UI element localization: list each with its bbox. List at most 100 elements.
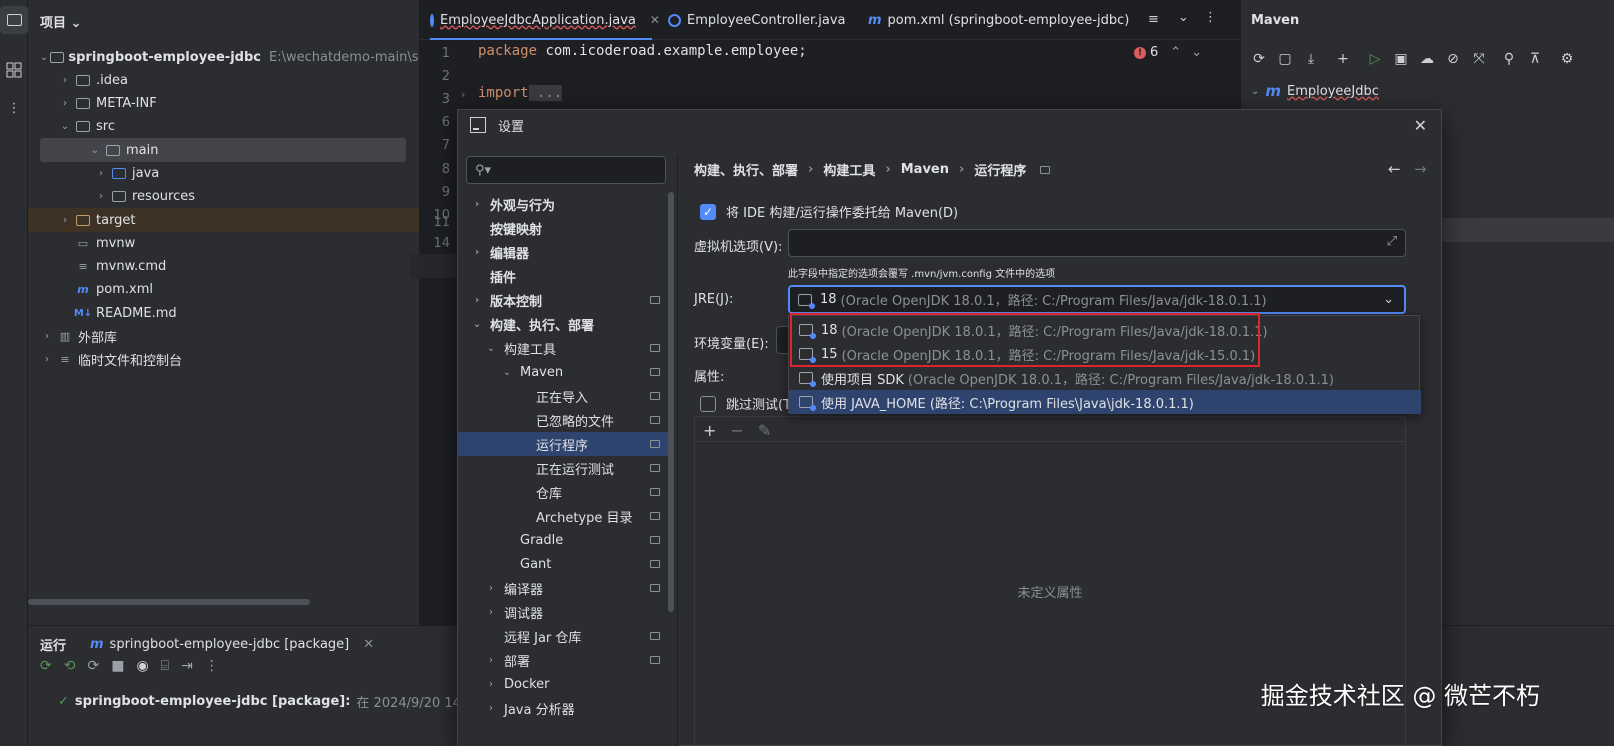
horizontal-scrollbar[interactable] <box>28 599 310 605</box>
run-status[interactable]: ✓ springboot-employee-jdbc [package]: 在 … <box>58 692 482 711</box>
nav-ignored-files[interactable]: 已忽略的文件 <box>458 408 668 432</box>
fold-icon[interactable]: › <box>461 88 465 101</box>
generate-sources-icon[interactable]: ▢ <box>1275 49 1295 69</box>
tab-pom-xml[interactable]: m pom.xml (springboot-employee-jdbc) <box>868 0 1129 40</box>
tab-list-icon[interactable]: ≡ <box>1148 12 1159 27</box>
nav-compiler[interactable]: › 编译器 <box>458 576 668 600</box>
nav-build-exec-deploy[interactable]: ⌄ 构建、执行、部署 <box>458 312 668 336</box>
nav-gradle[interactable]: Gradle <box>458 528 668 552</box>
more-icon[interactable]: ⋮ <box>1204 10 1217 25</box>
shell-file-icon: ▭ <box>77 236 89 250</box>
project-level-icon <box>650 464 660 472</box>
tree-item-meta-inf[interactable]: › META-INF <box>28 91 419 115</box>
breadcrumb-item[interactable]: Maven <box>901 162 949 177</box>
chevron-down-icon[interactable]: ⌄ <box>1191 45 1202 60</box>
nav-plugins[interactable]: 插件 <box>458 264 668 288</box>
tree-item-root[interactable]: ⌄ springboot-employee-jdbc E:\wechatdemo-… <box>28 45 419 69</box>
nav-deployment[interactable]: › 部署 <box>458 648 668 672</box>
close-icon[interactable]: ✕ <box>650 13 660 27</box>
tree-item-main[interactable]: ⌄ main <box>40 138 406 162</box>
breadcrumb-item[interactable]: 构建、执行、部署 <box>694 160 798 179</box>
tab-employee-controller[interactable]: EmployeeController.java <box>668 0 846 40</box>
nav-maven[interactable]: ⌄ Maven <box>458 360 668 384</box>
project-tool-icon[interactable] <box>0 6 28 34</box>
export-icon[interactable]: ⇥ <box>181 658 193 674</box>
nav-editor[interactable]: › 编辑器 <box>458 240 668 264</box>
nav-scrollbar[interactable] <box>668 192 674 612</box>
add-icon[interactable]: + <box>703 421 716 440</box>
settings-search-input[interactable]: ⚲▾ <box>466 156 666 184</box>
skip-tests-icon[interactable]: ⊘ <box>1443 49 1463 69</box>
restart-icon[interactable]: ⟳ <box>87 658 99 674</box>
tree-item-mvnw[interactable]: ▭ mvnw <box>28 231 419 255</box>
nav-running-tests[interactable]: 正在运行测试 <box>458 456 668 480</box>
tree-item-pom[interactable]: m pom.xml <box>28 277 419 301</box>
nav-docker[interactable]: › Docker <box>458 672 668 696</box>
vm-options-input[interactable]: ⤢ <box>788 229 1406 257</box>
nav-build-tools[interactable]: ⌄ 构建工具 <box>458 336 668 360</box>
rerun-failed-icon[interactable]: ⟲ <box>64 658 76 674</box>
nav-archetype[interactable]: Archetype 目录 <box>458 504 668 528</box>
tab-run-config[interactable]: m springboot-employee-jdbc [package] ✕ <box>90 626 374 662</box>
tree-item-resources[interactable]: › resources <box>28 184 419 208</box>
rerun-icon[interactable]: ⟳ <box>40 658 52 674</box>
jre-select[interactable]: 18 (Oracle OpenJDK 18.0.1，路径: C:/Program … <box>788 285 1406 314</box>
analyze-icon[interactable]: ⚲ <box>1499 49 1519 69</box>
run-icon[interactable]: ▷ <box>1365 49 1385 69</box>
project-panel-title[interactable]: 项目 ⌄ <box>40 12 81 31</box>
dropdown-option-project-sdk[interactable]: 使用项目 SDK (Oracle OpenJDK 18.0.1，路径: C:/Pr… <box>789 366 1421 390</box>
nav-importing[interactable]: 正在导入 <box>458 384 668 408</box>
delegate-to-maven-checkbox[interactable]: ✓ 将 IDE 构建/运行操作委托给 Maven(D) <box>700 202 958 221</box>
tree-item-readme[interactable]: M↓ README.md <box>28 301 419 325</box>
tree-item-scratches[interactable]: › ≡ 临时文件和控制台 <box>28 347 419 371</box>
execute-goal-icon[interactable]: ▣ <box>1391 49 1411 69</box>
offline-mode-icon[interactable]: ☁ <box>1417 49 1437 69</box>
stop-icon[interactable]: ■ <box>111 658 124 674</box>
forward-arrow-icon[interactable]: → <box>1414 160 1427 178</box>
tree-item-mvnw-cmd[interactable]: ≡ mvnw.cmd <box>28 254 419 278</box>
chevron-down-icon[interactable]: ⌄ <box>1178 10 1189 25</box>
line-number: 1 <box>441 46 450 61</box>
tree-item-idea[interactable]: › .idea <box>28 68 419 92</box>
nav-debugger[interactable]: › 调试器 <box>458 600 668 624</box>
screenshot-icon[interactable]: ⌸ <box>161 658 169 674</box>
add-icon[interactable]: + <box>1333 49 1353 69</box>
tab-employee-jdbc-application[interactable]: EmployeeJdbcApplication.java ✕ <box>430 0 660 40</box>
nav-java-profiler[interactable]: › Java 分析器 <box>458 696 668 720</box>
nav-gant[interactable]: Gant <box>458 552 668 576</box>
nav-vcs[interactable]: › 版本控制 <box>458 288 668 312</box>
tree-item-external-libs[interactable]: › ▥ 外部库 <box>28 324 419 348</box>
dropdown-option-java-home[interactable]: 使用 JAVA_HOME (路径: C:\Program Files\Java\… <box>789 390 1421 414</box>
more-icon[interactable]: ⋮ <box>205 658 219 674</box>
reload-icon[interactable]: ⟳ <box>1249 49 1269 69</box>
collapse-icon[interactable]: ⤧ <box>1469 49 1489 69</box>
code-line-package[interactable]: package com.icoderoad.example.employee; <box>478 43 807 59</box>
nav-appearance[interactable]: › 外观与行为 <box>458 192 668 216</box>
structure-tool-icon[interactable] <box>0 56 28 84</box>
collapse-all-icon[interactable]: ⊼ <box>1525 49 1545 69</box>
more-tools-icon[interactable]: ⋮ <box>0 94 28 122</box>
run-tool-title[interactable]: 运行 <box>40 626 66 662</box>
close-icon[interactable]: ✕ <box>1414 116 1427 135</box>
back-arrow-icon[interactable]: ← <box>1388 160 1401 178</box>
remove-icon[interactable]: − <box>730 421 743 440</box>
maven-project-item[interactable]: ⌄ m EmployeeJdbc <box>1251 82 1379 100</box>
nav-repositories[interactable]: 仓库 <box>458 480 668 504</box>
skip-tests-checkbox[interactable]: 跳过测试(T <box>700 394 791 413</box>
nav-remote-jar[interactable]: 远程 Jar 仓库 <box>458 624 668 648</box>
download-icon[interactable]: ⤓ <box>1301 49 1321 69</box>
close-icon[interactable]: ✕ <box>363 637 374 652</box>
tree-item-java[interactable]: › java <box>28 161 419 185</box>
chevron-up-icon[interactable]: ⌃ <box>1170 45 1181 60</box>
tree-item-target[interactable]: › target <box>28 208 419 232</box>
settings-icon[interactable]: ⚙ <box>1557 49 1577 69</box>
edit-icon[interactable]: ✎ <box>758 421 771 440</box>
breadcrumb-item[interactable]: 构建工具 <box>823 160 875 179</box>
error-indicator[interactable]: ! 6 ⌃ ⌄ <box>1134 45 1202 60</box>
tree-item-src[interactable]: ⌄ src <box>28 114 419 138</box>
expand-icon[interactable]: ⤢ <box>1387 234 1397 249</box>
eye-icon[interactable]: ◉ <box>136 658 148 674</box>
nav-runner[interactable]: 运行程序 <box>458 432 668 456</box>
nav-keymap[interactable]: 按键映射 <box>458 216 668 240</box>
code-line-import[interactable]: import ... <box>478 85 563 101</box>
